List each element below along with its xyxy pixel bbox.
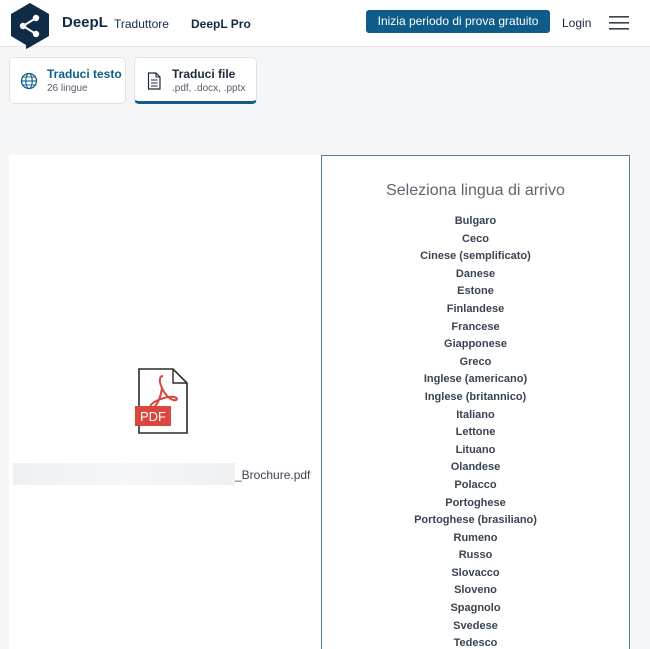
language-option[interactable]: Tedesco <box>322 635 629 649</box>
target-language-heading: Seleziona lingua di arrivo <box>386 182 565 199</box>
language-option[interactable]: Inglese (britannico) <box>322 389 629 407</box>
language-option[interactable]: Greco <box>322 354 629 372</box>
language-option[interactable]: Russo <box>322 547 629 565</box>
language-option[interactable]: Svedese <box>322 618 629 636</box>
language-option[interactable]: Lituano <box>322 442 629 460</box>
login-link[interactable]: Login <box>562 16 591 30</box>
globe-icon <box>20 72 38 90</box>
language-option[interactable]: Cinese (semplificato) <box>322 248 629 266</box>
language-option[interactable]: Rumeno <box>322 530 629 548</box>
language-option[interactable]: Spagnolo <box>322 600 629 618</box>
tab-translate-text-subtitle: 26 lingue <box>47 83 88 94</box>
pdf-icon-label: PDF <box>140 409 166 424</box>
language-option[interactable]: Portoghese <box>322 495 629 513</box>
target-language-list: Bulgaro Ceco Cinese (semplificato) Danese Es… <box>322 213 629 649</box>
language-option[interactable]: Francese <box>322 319 629 337</box>
language-option[interactable]: Lettone <box>322 424 629 442</box>
language-option[interactable]: Sloveno <box>322 582 629 600</box>
language-option[interactable]: Finlandese <box>322 301 629 319</box>
document-icon <box>147 72 161 90</box>
language-option[interactable]: Estone <box>322 283 629 301</box>
redacted-filename-region <box>13 463 235 485</box>
brand-name[interactable]: DeepL <box>62 14 108 31</box>
language-option[interactable]: Giapponese <box>322 336 629 354</box>
language-option[interactable]: Bulgaro <box>322 213 629 231</box>
deepl-pro-link[interactable]: DeepL Pro <box>191 17 251 31</box>
free-trial-button[interactable]: Inizia periodo di prova gratuito <box>366 10 550 33</box>
language-option[interactable]: Danese <box>322 266 629 284</box>
deepl-logo-icon[interactable] <box>9 2 51 50</box>
target-language-panel: Seleziona lingua di arrivo Bulgaro Ceco Ci… <box>321 155 630 649</box>
language-option[interactable]: Inglese (americano) <box>322 371 629 389</box>
tab-translate-file[interactable]: Traduci file .pdf, .docx, .pptx <box>134 57 257 104</box>
tab-translate-text-title: Traduci testo <box>47 67 122 81</box>
tab-translate-file-subtitle: .pdf, .docx, .pptx <box>172 83 246 94</box>
language-option[interactable]: Slovacco <box>322 565 629 583</box>
language-option[interactable]: Italiano <box>322 407 629 425</box>
pdf-file-icon: PDF <box>135 368 188 434</box>
language-option[interactable]: Olandese <box>322 459 629 477</box>
tab-translate-text[interactable]: Traduci testo 26 lingue <box>9 57 126 104</box>
language-option[interactable]: Portoghese (brasiliano) <box>322 512 629 530</box>
tab-translate-file-title: Traduci file <box>172 67 236 81</box>
hamburger-menu-icon[interactable] <box>609 15 629 31</box>
uploaded-file-name: _Brochure.pdf <box>235 468 311 482</box>
language-option[interactable]: Ceco <box>322 231 629 249</box>
top-navbar: DeepL Traduttore DeepL Pro Inizia period… <box>0 0 650 50</box>
brand-subtitle[interactable]: Traduttore <box>114 17 169 31</box>
language-option[interactable]: Polacco <box>322 477 629 495</box>
uploaded-file-panel: PDF _Brochure.pdf <box>9 155 322 649</box>
